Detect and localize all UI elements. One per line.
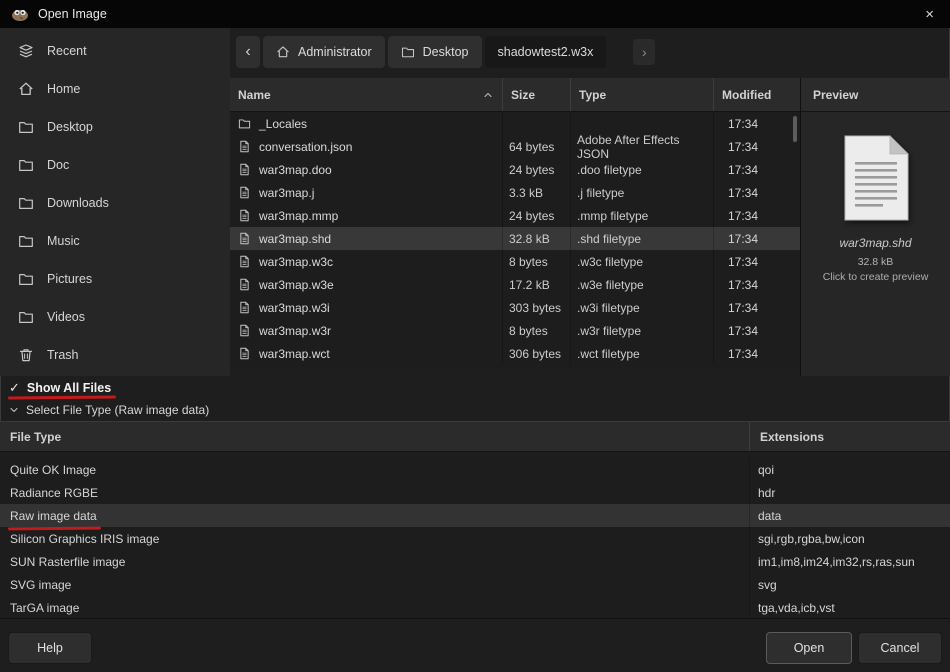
forward-button[interactable]: › — [633, 39, 656, 65]
file-type-row-raw-image-data[interactable]: Raw image data data — [0, 504, 950, 527]
file-icon — [238, 163, 251, 176]
checkmark-icon: ✓ — [9, 379, 20, 395]
breadcrumb-shadowtest2[interactable]: shadowtest2.w3x — [484, 36, 607, 68]
select-file-type-label: Select File Type (Raw image data) — [26, 403, 210, 417]
home-icon — [276, 45, 290, 59]
file-row-war3map-w3r[interactable]: war3map.w3r 8 bytes .w3r filetype 17:34 — [230, 319, 800, 342]
file-icon — [238, 209, 251, 222]
file-type-row-radiance-rgbe[interactable]: Radiance RGBE hdr — [0, 481, 950, 504]
file-icon — [238, 278, 251, 291]
sidebar-item-desktop[interactable]: Desktop — [0, 108, 230, 146]
file-icon — [238, 324, 251, 337]
column-header-size[interactable]: Size — [503, 78, 571, 111]
dialog-footer: Help Open Cancel — [0, 618, 950, 672]
chevron-down-icon — [8, 404, 20, 416]
column-header-file-type[interactable]: File Type — [0, 422, 750, 451]
folder-icon — [18, 271, 34, 287]
column-header-name[interactable]: Name — [230, 78, 503, 111]
file-row-war3map-w3i[interactable]: war3map.w3i 303 bytes .w3i filetype 17:3… — [230, 296, 800, 319]
file-icon — [238, 255, 251, 268]
file-row-war3map-shd[interactable]: war3map.shd 32.8 kB .shd filetype 17:34 — [230, 227, 800, 250]
sidebar-item-videos[interactable]: Videos — [0, 298, 230, 336]
help-button[interactable]: Help — [8, 632, 92, 664]
file-icon — [238, 232, 251, 245]
file-type-row-quite-ok-image[interactable]: Quite OK Image qoi — [0, 458, 950, 481]
open-button[interactable]: Open — [766, 632, 852, 664]
window-title: Open Image — [38, 7, 107, 21]
file-row-locales[interactable]: _Locales 17:34 — [230, 112, 800, 135]
column-header-extensions[interactable]: Extensions — [750, 422, 950, 451]
chevron-left-icon: ‹ — [245, 43, 251, 60]
app-wilber-icon — [12, 9, 28, 21]
file-type-row-sun-rasterfile[interactable]: SUN Rasterfile image im1,im8,im24,im32,r… — [0, 550, 950, 573]
annotation-underline-raw-image-data — [7, 526, 102, 531]
folder-icon — [18, 233, 34, 249]
sidebar-item-pictures[interactable]: Pictures — [0, 260, 230, 298]
file-type-table-header: File Type Extensions — [0, 421, 950, 452]
preview-header: Preview — [801, 78, 950, 112]
folder-icon — [18, 119, 34, 135]
sidebar-item-home[interactable]: Home — [0, 70, 230, 108]
folder-icon — [18, 157, 34, 173]
breadcrumb-administrator[interactable]: Administrator — [263, 36, 385, 68]
preview-body[interactable]: war3map.shd 32.8 kB Click to create prev… — [801, 134, 950, 283]
folder-icon — [401, 45, 415, 59]
file-type-row-sgi-iris[interactable]: Silicon Graphics IRIS image sgi,rgb,rgba… — [0, 527, 950, 550]
file-row-conversation-json[interactable]: conversation.json 64 bytes Adobe After E… — [230, 133, 800, 161]
preview-hint: Click to create preview — [822, 271, 929, 283]
title-bar: Open Image × — [0, 0, 950, 28]
show-all-files-label: Show All Files — [26, 380, 112, 395]
sidebar-item-music[interactable]: Music — [0, 222, 230, 260]
file-row-war3map-mmp[interactable]: war3map.mmp 24 bytes .mmp filetype 17:34 — [230, 204, 800, 227]
file-row-war3map-doo[interactable]: war3map.doo 24 bytes .doo filetype 17:34 — [230, 158, 800, 181]
preview-filename: war3map.shd — [839, 236, 912, 250]
sidebar-item-doc[interactable]: Doc — [0, 146, 230, 184]
recent-icon — [18, 43, 34, 59]
file-list: _Locales 17:34 conversation.json 64 byte… — [230, 112, 800, 368]
file-type-row-svg-image[interactable]: SVG image svg — [0, 573, 950, 596]
folder-icon — [18, 195, 34, 211]
back-button[interactable]: ‹ — [236, 36, 260, 68]
preview-panel[interactable]: Preview war3map.shd 32.8 kB Click to cre… — [800, 78, 950, 376]
places-sidebar: Recent Home Desktop Doc Downloads Music … — [0, 28, 230, 376]
document-preview-icon — [844, 135, 909, 221]
breadcrumb: ‹ Administrator Desktop shadowtest2.w3x … — [230, 28, 950, 76]
column-header-type[interactable]: Type — [571, 78, 714, 111]
file-row-war3map-w3e[interactable]: war3map.w3e 17.2 kB .w3e filetype 17:34 — [230, 273, 800, 296]
folder-icon — [238, 117, 251, 130]
cancel-button[interactable]: Cancel — [858, 632, 942, 664]
file-list-scrollbar[interactable] — [793, 116, 797, 142]
open-image-dialog: { "window": { "title": "Open Image" }, "… — [0, 0, 950, 672]
file-icon — [238, 347, 251, 360]
home-icon — [18, 81, 34, 97]
file-list-header: Name Size Type Modified — [230, 78, 800, 112]
trash-icon — [18, 347, 34, 363]
folder-icon — [18, 309, 34, 325]
file-icon — [238, 140, 251, 153]
file-type-row-targa-image[interactable]: TarGA image tga,vda,icb,vst — [0, 596, 950, 618]
select-file-type-expander[interactable]: Select File Type (Raw image data) — [0, 400, 209, 420]
sidebar-item-recent[interactable]: Recent — [0, 32, 230, 70]
close-icon[interactable]: × — [919, 5, 940, 24]
sidebar-item-downloads[interactable]: Downloads — [0, 184, 230, 222]
sidebar-item-trash[interactable]: Trash — [0, 336, 230, 374]
chevron-right-icon: › — [642, 44, 647, 60]
file-row-war3map-wct[interactable]: war3map.wct 306 bytes .wct filetype 17:3… — [230, 342, 800, 365]
file-row-war3map-j[interactable]: war3map.j 3.3 kB .j filetype 17:34 — [230, 181, 800, 204]
annotation-underline-show-all-files — [7, 395, 117, 400]
sort-ascending-icon — [482, 89, 494, 101]
file-icon — [238, 186, 251, 199]
column-header-modified[interactable]: Modified — [714, 78, 800, 111]
file-type-list: Quite OK Image qoi Radiance RGBE hdr Raw… — [0, 452, 950, 618]
preview-filesize: 32.8 kB — [857, 256, 894, 268]
breadcrumb-desktop[interactable]: Desktop — [387, 36, 482, 68]
file-icon — [238, 301, 251, 314]
file-row-war3map-w3c[interactable]: war3map.w3c 8 bytes .w3c filetype 17:34 — [230, 250, 800, 273]
